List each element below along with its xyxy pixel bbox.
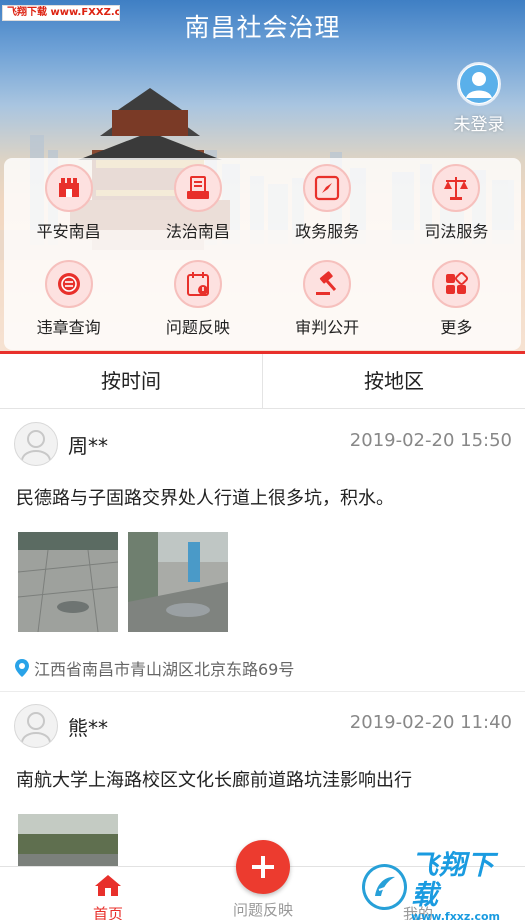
- tab-by-time[interactable]: 按时间: [0, 354, 262, 408]
- service-more[interactable]: 更多: [392, 260, 521, 350]
- service-label: 司法服务: [424, 222, 489, 241]
- gavel-icon: [303, 260, 352, 308]
- post-photos: [18, 532, 228, 632]
- service-violation-query[interactable]: 违章查询: [4, 260, 133, 350]
- nav-report-label: 问题反映: [232, 901, 293, 919]
- download-site-logo: 飞翔下载 www.fxxz.com: [362, 851, 520, 920]
- scales-icon: [432, 164, 481, 212]
- post-text: 民德路与子固路交界处人行道上很多坑，积水。: [16, 488, 394, 509]
- nav-home[interactable]: 首页: [58, 873, 158, 920]
- post-text: 南航大学上海路校区文化长廊前道路坑洼影响出行: [16, 770, 412, 791]
- service-label: 问题反映: [165, 318, 230, 337]
- service-label: 审判公开: [295, 318, 360, 337]
- tab-by-region[interactable]: 按地区: [262, 354, 525, 408]
- document-tray-icon: [173, 164, 222, 212]
- service-law-nanchang[interactable]: 法治南昌: [133, 164, 262, 254]
- nav-home-label: 首页: [92, 905, 123, 920]
- service-row: 平安南昌 法治南昌 政务服务 司法服务: [4, 164, 521, 254]
- post-timestamp: 2019-02-20 11:40: [349, 712, 512, 733]
- service-label: 更多: [440, 318, 473, 337]
- post-header: 周**: [14, 422, 108, 466]
- post-username: 周**: [68, 433, 108, 458]
- post-photos: [18, 814, 118, 866]
- service-label: 违章查询: [36, 318, 101, 337]
- user-avatar-icon[interactable]: [457, 62, 501, 106]
- service-judicial[interactable]: 司法服务: [392, 164, 521, 254]
- post-location: 江西省南昌市青山湖区北京东路69号: [14, 656, 294, 680]
- nav-report[interactable]: 问题反映: [213, 897, 313, 920]
- app-title: 南昌社会治理: [184, 13, 341, 42]
- service-government[interactable]: 政务服务: [263, 164, 392, 254]
- post-timestamp: 2019-02-20 15:50: [349, 430, 512, 451]
- post-location-text: 江西省南昌市青山湖区北京东路69号: [34, 660, 295, 679]
- location-pin-icon: [15, 659, 29, 677]
- post-username: 熊**: [68, 715, 108, 740]
- site-logo-text: 飞翔下载: [410, 850, 495, 911]
- service-trial-public[interactable]: 审判公开: [263, 260, 392, 350]
- plus-icon: [252, 856, 274, 878]
- post-header: 熊**: [14, 704, 108, 748]
- service-safe-nanchang[interactable]: 平安南昌: [4, 164, 133, 254]
- service-issue-report[interactable]: 问题反映: [133, 260, 262, 350]
- default-avatar-icon: [14, 422, 58, 466]
- home-icon: [95, 875, 121, 896]
- feed-post[interactable]: 周** 2019-02-20 15:50 民德路与子固路交界处人行道上很多坑，积…: [0, 410, 525, 692]
- service-label: 政务服务: [295, 222, 360, 241]
- castle-gate-icon: [44, 164, 93, 212]
- compass-icon: [303, 164, 352, 212]
- service-grid: 平安南昌 法治南昌 政务服务 司法服务 违章查询 问题反映 审判公开 更多: [0, 158, 525, 354]
- filter-tabs: 按时间 按地区: [0, 354, 525, 409]
- login-status-label[interactable]: 未登录: [447, 110, 511, 135]
- post-photo[interactable]: [128, 532, 228, 632]
- service-label: 法治南昌: [165, 222, 230, 241]
- calendar-report-icon: [173, 260, 222, 308]
- post-photo[interactable]: [18, 532, 118, 632]
- add-report-button[interactable]: [236, 840, 290, 894]
- apps-grid-icon: [432, 260, 481, 308]
- fxxz-logo-icon: [362, 864, 407, 910]
- traffic-violation-icon: [44, 260, 93, 308]
- default-avatar-icon: [14, 704, 58, 748]
- service-label: 平安南昌: [36, 222, 101, 241]
- site-logo-url: www.fxxz.com: [410, 910, 501, 920]
- issue-feed: 周** 2019-02-20 15:50 民德路与子固路交界处人行道上很多坑，积…: [0, 410, 525, 866]
- service-row: 违章查询 问题反映 审判公开 更多: [4, 260, 521, 350]
- post-photo[interactable]: [18, 814, 118, 866]
- login-area[interactable]: 未登录: [447, 62, 511, 135]
